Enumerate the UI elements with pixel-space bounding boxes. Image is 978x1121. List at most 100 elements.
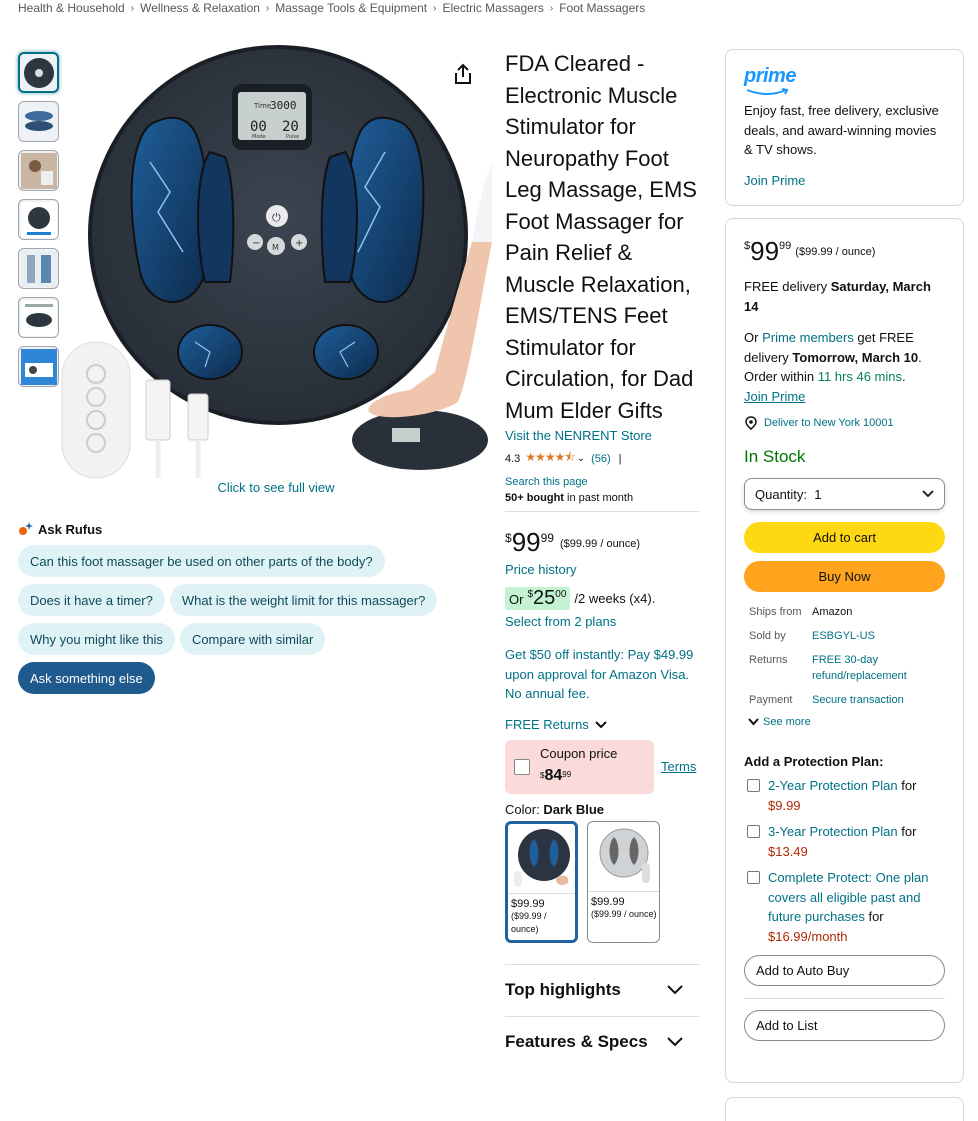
price-history-link[interactable]: Price history [505,562,699,577]
complete-protect-plan: Complete Protect: One plan covers all el… [744,868,945,946]
center-button-label: M [272,243,279,252]
ships-from-value: Amazon [812,606,853,618]
complete-protect-link[interactable]: Complete Protect: One plan covers all el… [768,870,928,924]
coupon-terms-link[interactable]: Terms [661,759,696,774]
ships-from-label: Ships from [749,606,802,618]
swatch-price: $99.99 [511,897,545,910]
add-to-auto-buy-button[interactable]: Add to Auto Buy [744,955,945,986]
prime-members-link[interactable]: Prime members [762,330,854,345]
chevron-down-icon [595,717,607,732]
breadcrumb-chevron-icon: › [433,2,437,14]
features-specs-accordion[interactable]: Features & Specs [505,1015,699,1068]
delivery-period: . [902,369,906,384]
color-label: Color: Dark Blue [505,802,699,817]
share-icon[interactable] [452,62,476,88]
deliver-to-location[interactable]: Deliver to New York 10001 [744,416,945,430]
quantity-value: 1 [814,486,822,502]
breadcrumb-massage-tools[interactable]: Massage Tools & Equipment [275,1,427,15]
protection-3yr-checkbox[interactable] [747,825,760,838]
returns-label: Returns [749,654,788,666]
installment-fraction: 00 [555,589,567,600]
chevron-down-icon [667,985,683,995]
top-highlights-accordion[interactable]: Top highlights [505,963,699,1016]
protection-plan-3yr: 3-Year Protection Plan for $13.49 [744,822,945,861]
buybox-price-per-unit: ($99.99 / ounce) [795,246,876,258]
returns-row: Returns FREE 30-day refund/replacement [744,652,945,684]
join-prime-link[interactable]: Join Prime [744,173,945,188]
thumbnail-2[interactable] [18,101,59,142]
free-returns-link[interactable]: FREE Returns [505,717,699,732]
complete-protect-checkbox[interactable] [747,871,760,884]
rufus-chip-row-4: Ask something else [18,662,155,694]
stock-status: In Stock [744,447,806,466]
payment-row: Payment Secure transaction [744,692,945,708]
join-prime-link-buybox[interactable]: Join Prime [744,389,805,404]
prime-logo-text: prime [744,65,796,87]
protection-plan-heading: Add a Protection Plan: [744,754,884,769]
main-product-image[interactable]: Time 3000 00 20 Mode Pulse ⏻ − M + [60,42,492,482]
seller-link[interactable]: ESBGYL-US [812,628,945,644]
rufus-chip-timer[interactable]: Does it have a timer? [18,584,165,616]
add-to-cart-button[interactable]: Add to cart [744,522,945,553]
secure-transaction-link[interactable]: Secure transaction [812,692,945,708]
complete-protect-price: $16.99/month [768,928,848,944]
thumbnail-5[interactable] [18,248,59,289]
installment-badge: Or $ 25 00 [505,587,571,610]
search-this-page-link[interactable]: Search this page [505,476,699,488]
rufus-chip-weight-limit[interactable]: What is the weight limit for this massag… [169,584,438,616]
coupon-fraction: 99 [562,769,572,779]
coupon-price: $ 84 99 [540,767,571,785]
store-link[interactable]: Visit the NENRENT Store [505,428,699,443]
rufus-chip-other-body-parts[interactable]: Can this foot massager be used on other … [18,545,385,577]
rufus-chip-why-like[interactable]: Why you might like this [18,623,175,655]
see-more-toggle[interactable]: See more [744,716,945,728]
svg-text:+: + [295,238,303,249]
price-symbol: $ [505,531,512,545]
lcd-time-label: Time [253,102,271,110]
returns-policy-link[interactable]: FREE 30-day refund/replacement [812,652,945,684]
protection-2yr-checkbox[interactable] [747,779,760,792]
breadcrumb-foot-massagers[interactable]: Foot Massagers [559,1,645,15]
review-count-link[interactable]: (56) [591,453,611,465]
price-per-unit: ($99.99 / ounce) [559,538,641,550]
thumbnail-4[interactable] [18,199,59,240]
protection-3yr-link[interactable]: 3-Year Protection Plan [768,824,898,839]
divider [744,998,945,999]
star-rating-icon[interactable]: ★★★★⯪ [525,448,575,469]
thumbnail-7[interactable] [18,346,59,387]
rating-value: 4.3 [505,452,521,465]
chevron-down-icon [922,490,934,498]
buy-now-button[interactable]: Buy Now [744,561,945,592]
select-plans-link[interactable]: Select from 2 plans [505,614,699,629]
fastest-delivery-message: Or Prime members get FREE delivery Tomor… [744,328,945,406]
quantity-select[interactable]: Quantity: 1 [744,478,945,510]
rufus-chip-compare[interactable]: Compare with similar [179,623,326,655]
rating-separator: | [618,452,622,465]
rufus-ask-something-else-button[interactable]: Ask something else [18,662,155,694]
quantity-label: Quantity: [755,486,808,502]
add-to-list-button[interactable]: Add to List [744,1010,945,1041]
chevron-down-icon[interactable]: ⌄ [577,453,585,464]
thumbnail-6[interactable] [18,297,59,338]
swatch-silver[interactable]: $99.99 ($99.99 / ounce) [587,820,660,943]
thumbnail-3[interactable] [18,150,59,191]
chevron-down-icon [667,1037,683,1047]
breadcrumb-wellness-relaxation[interactable]: Wellness & Relaxation [140,1,260,15]
breadcrumb-electric-massagers[interactable]: Electric Massagers [442,1,543,15]
full-view-link[interactable]: Click to see full view [60,480,492,495]
thumbnail-1[interactable] [18,52,59,93]
lcd-pulse-label: Pulse [286,134,299,140]
free-delivery-message: FREE delivery Saturday, March 14 [744,277,945,316]
complete-protect-for: for [864,909,884,924]
buybox-price: $ 99 99 ($99.99 / ounce) [744,237,945,265]
visa-offer-link[interactable]: Get $50 off instantly: Pay $49.99 upon a… [505,645,699,704]
protection-2yr-link[interactable]: 2-Year Protection Plan [768,778,898,793]
fulfillment-details: Ships from Amazon Sold by ESBGYL-US Retu… [744,604,945,708]
product-info: FDA Cleared - Electronic Muscle Stimulat… [505,48,699,1068]
swatch-price: $99.99 [591,895,625,908]
coupon-box[interactable]: Coupon price $ 84 99 [505,739,654,794]
coupon-label: Coupon price [540,745,618,761]
breadcrumb-health-household[interactable]: Health & Household [18,1,125,15]
swatch-dark-blue[interactable]: $99.99 ($99.99 / ounce) [505,820,578,943]
coupon-checkbox[interactable] [514,758,530,775]
